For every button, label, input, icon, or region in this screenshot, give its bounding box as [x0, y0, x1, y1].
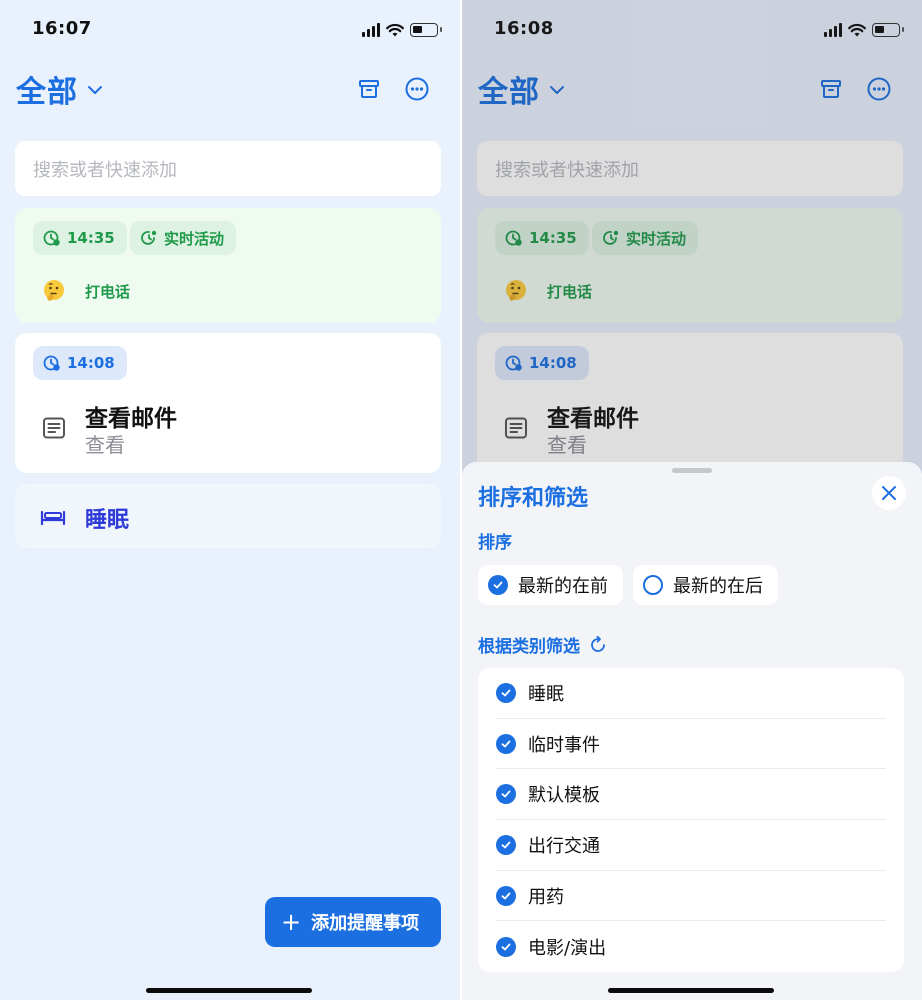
search-placeholder: 搜索或者快速添加 [33, 159, 177, 181]
filter-item[interactable]: 默认模板 [496, 769, 886, 821]
sort-newest-first[interactable]: 最新的在前 [478, 565, 623, 605]
status-time: 16:07 [32, 18, 92, 39]
reminder-card-email[interactable]: 14:08 查看邮件 查看 [15, 333, 441, 473]
live-activity-chip: 实时活动 [130, 221, 237, 255]
task-title: 查看邮件 [85, 406, 177, 432]
status-bar: 16:07 [0, 0, 460, 58]
reminder-card-call[interactable]: 14:35 实时活动 打电话 [15, 208, 441, 323]
time-chip: 14:35 [33, 221, 127, 255]
archive-icon [359, 80, 379, 98]
bed-icon [40, 510, 66, 526]
thinking-face-icon [44, 280, 64, 301]
radio-unselected-icon [643, 575, 663, 595]
plus-icon: + [281, 908, 302, 936]
archive-button[interactable] [354, 74, 384, 104]
filter-item[interactable]: 电影/演出 [496, 921, 886, 972]
filter-item[interactable]: 睡眠 [496, 668, 886, 719]
clock-icon [43, 355, 60, 371]
home-indicator[interactable] [146, 988, 312, 993]
search-input[interactable]: 搜索或者快速添加 [15, 141, 441, 196]
sheet-title: 排序和筛选 [478, 486, 589, 511]
time-chip: 14:08 [33, 346, 127, 380]
filter-item[interactable]: 出行交通 [496, 820, 886, 871]
right-screen: 16:08 全部 搜索或者快速添加 14:35 实时活动 打电话 14:08 查… [462, 0, 922, 1000]
check-icon [496, 936, 516, 957]
refresh-icon[interactable] [588, 635, 608, 655]
check-icon [496, 784, 516, 805]
more-button[interactable] [402, 74, 432, 104]
category-filter-list: 睡眠 临时事件 默认模板 出行交通 用药 电影/演出 [478, 668, 904, 972]
sort-filter-sheet: 排序和筛选 排序 最新的在前 最新的在后 根据类别筛选 睡眠 临时事件 默认模板… [462, 462, 922, 1000]
radio-selected-icon [488, 575, 508, 595]
sort-newest-last[interactable]: 最新的在后 [633, 565, 778, 605]
task-title: 睡眠 [85, 508, 130, 533]
chevron-down-icon [88, 86, 102, 94]
page-title: 全部 [16, 75, 78, 110]
sheet-grabber[interactable] [672, 468, 712, 473]
add-reminder-button[interactable]: + 添加提醒事项 [265, 897, 441, 947]
more-icon [405, 77, 429, 101]
filter-section-label: 根据类别筛选 [478, 632, 608, 657]
task-subtitle: 查看 [85, 433, 125, 457]
close-button[interactable] [872, 476, 906, 510]
battery-icon [410, 23, 442, 37]
task-title: 打电话 [85, 283, 131, 301]
header: 全部 [16, 66, 444, 112]
wifi-icon [386, 23, 404, 37]
filter-item[interactable]: 临时事件 [496, 719, 886, 770]
clock-icon [43, 230, 60, 246]
check-icon [496, 885, 516, 906]
signal-icon [362, 23, 380, 37]
close-icon [882, 486, 896, 500]
live-activity-icon [141, 230, 157, 245]
add-reminder-label: 添加提醒事项 [311, 913, 420, 934]
reminder-card-sleep[interactable]: 睡眠 [15, 484, 441, 548]
check-icon [496, 733, 516, 754]
left-screen: 16:07 全部 搜索或者快速添加 14:35 实时活动 打电话 14:08 查… [0, 0, 460, 1000]
check-icon [496, 682, 516, 703]
home-indicator[interactable] [608, 988, 774, 993]
filter-item[interactable]: 用药 [496, 871, 886, 922]
sort-section-label: 排序 [478, 533, 512, 553]
check-icon [496, 834, 516, 855]
note-icon [43, 417, 65, 439]
